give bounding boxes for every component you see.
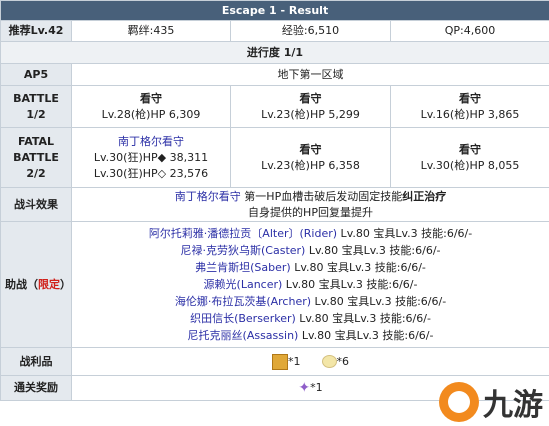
enemy-cell: 看守 Lv.30(枪)HP 8,055 <box>389 127 549 188</box>
boss-stat-2: Lv.30(狂)HP◇ 23,576 <box>93 166 209 180</box>
enemy-stat: Lv.23(枪)HP 6,358 <box>261 158 360 172</box>
progress-label: 进行度 1/1 <box>0 41 549 64</box>
qp-value: QP:4,600 <box>389 20 549 42</box>
servant-link[interactable]: 弗兰肯斯坦(Saber) <box>195 261 291 274</box>
effect-detail: 自身提供的HP回复量提升 <box>248 205 373 219</box>
battle-1-row: BATTLE 1/2 看守 Lv.28(枪)HP 6,309 看守 Lv.23(枪)… <box>0 85 549 128</box>
exp-value: 经验:6,510 <box>230 20 391 42</box>
gem-material-icon[interactable] <box>321 355 337 368</box>
list-item: 阿尔托莉雅·潘德拉贡〔Alter〕(Rider) Lv.80 宝具Lv.3 技能… <box>148 227 473 240</box>
effect-desc: 第一HP血槽击破后发动固定技能 <box>240 189 403 203</box>
enemy-name: 看守 <box>299 91 322 105</box>
progress-row: 进行度 1/1 <box>0 41 549 64</box>
battle-2-label: FATAL BATTLE 2/2 <box>0 127 72 188</box>
enemy-name: 看守 <box>299 142 322 156</box>
servant-link[interactable]: 阿尔托莉雅·潘德拉贡〔Alter〕(Rider) <box>149 227 337 240</box>
skill-name: 纠正治疗 <box>402 189 447 203</box>
ap-row: AP5 地下第一区域 <box>0 63 549 86</box>
support-list: 阿尔托莉雅·潘德拉贡〔Alter〕(Rider) Lv.80 宝具Lv.3 技能… <box>70 221 549 348</box>
list-item: 弗兰肯斯坦(Saber) Lv.80 宝具Lv.3 技能:6/6/- <box>195 261 426 274</box>
title-row: Escape 1 - Result <box>0 0 549 21</box>
effect-label: 战斗效果 <box>0 187 72 222</box>
loot-row: 战利品 *1 *6 <box>0 347 549 376</box>
watermark: 九游 <box>439 380 543 424</box>
servant-link[interactable]: 源赖光(Lancer) <box>204 278 283 291</box>
boss-stat-1: Lv.30(狂)HP◆ 38,311 <box>93 150 209 164</box>
list-item: 织田信长(Berserker) Lv.80 宝具Lv.3 技能:6/6/- <box>190 312 431 325</box>
boss-cell: 南丁格尔看守 Lv.30(狂)HP◆ 38,311 Lv.30(狂)HP◇ 23… <box>71 127 231 188</box>
servant-link[interactable]: 尼禄·克劳狄乌斯(Caster) <box>181 244 306 257</box>
ap-label: AP5 <box>0 63 72 86</box>
boss-name-link[interactable]: 南丁格尔看守 <box>175 190 241 203</box>
info-row: 推荐Lv.42 羁绊:435 经验:6,510 QP:4,600 <box>0 20 549 42</box>
servant-link[interactable]: 海伦娜·布拉瓦茨基(Archer) <box>175 295 311 308</box>
enemy-cell: 看守 Lv.28(枪)HP 6,309 <box>71 85 231 128</box>
list-item: 尼禄·克劳狄乌斯(Caster) Lv.80 宝具Lv.3 技能:6/6/- <box>180 244 441 257</box>
enemy-cell: 看守 Lv.16(枪)HP 3,865 <box>389 85 549 128</box>
effect-row: 战斗效果 南丁格尔看守 第一HP血槽击破后发动固定技能纠正治疗 自身提供的HP回… <box>0 187 549 222</box>
recommend-level: 推荐Lv.42 <box>0 20 72 42</box>
gold-material-icon[interactable] <box>272 353 288 370</box>
battle-2-row: FATAL BATTLE 2/2 南丁格尔看守 Lv.30(狂)HP◆ 38,3… <box>0 127 549 188</box>
star-crystal-icon[interactable]: ✦ <box>298 380 310 396</box>
enemy-name: 看守 <box>459 91 481 105</box>
reward-label: 通关奖励 <box>0 375 72 401</box>
loot-label: 战利品 <box>0 347 72 376</box>
enemy-stat: Lv.16(枪)HP 3,865 <box>420 107 520 121</box>
page-title: Escape 1 - Result <box>0 0 549 21</box>
enemy-stat: Lv.23(枪)HP 5,299 <box>261 107 360 121</box>
bond-value: 羁绊:435 <box>71 20 231 42</box>
enemy-name: 看守 <box>459 142 481 156</box>
ninegame-logo-icon <box>439 382 479 422</box>
list-item: 尼托克丽丝(Assassin) Lv.80 宝具Lv.3 技能:6/6/- <box>187 329 434 342</box>
effect-text: 南丁格尔看守 第一HP血槽击破后发动固定技能纠正治疗 自身提供的HP回复量提升 <box>70 187 549 222</box>
watermark-text: 九游 <box>483 388 543 423</box>
support-row: 助战（限定） 阿尔托莉雅·潘德拉贡〔Alter〕(Rider) Lv.80 宝具… <box>0 221 549 348</box>
enemy-cell: 看守 Lv.23(枪)HP 6,358 <box>230 127 391 188</box>
list-item: 海伦娜·布拉瓦茨基(Archer) Lv.80 宝具Lv.3 技能:6/6/- <box>174 295 447 308</box>
servant-link[interactable]: 织田信长(Berserker) <box>190 312 296 325</box>
support-label: 助战（限定） <box>0 221 72 348</box>
enemy-stat: Lv.30(枪)HP 8,055 <box>420 158 520 172</box>
battle-1-label: BATTLE 1/2 <box>0 85 72 128</box>
result-panel: Escape 1 - Result 推荐Lv.42 羁绊:435 经验:6,51… <box>0 0 549 426</box>
servant-link[interactable]: 尼托克丽丝(Assassin) <box>188 329 299 342</box>
area-name: 地下第一区域 <box>70 63 549 86</box>
result-table: Escape 1 - Result 推荐Lv.42 羁绊:435 经验:6,51… <box>0 0 549 401</box>
enemy-stat: Lv.28(枪)HP 6,309 <box>101 107 201 121</box>
enemy-name: 看守 <box>140 91 162 105</box>
loot-items: *1 *6 <box>70 347 549 376</box>
boss-name-link[interactable]: 南丁格尔看守 <box>76 134 226 150</box>
list-item: 源赖光(Lancer) Lv.80 宝具Lv.3 技能:6/6/- <box>203 278 418 291</box>
enemy-cell: 看守 Lv.23(枪)HP 5,299 <box>230 85 391 128</box>
